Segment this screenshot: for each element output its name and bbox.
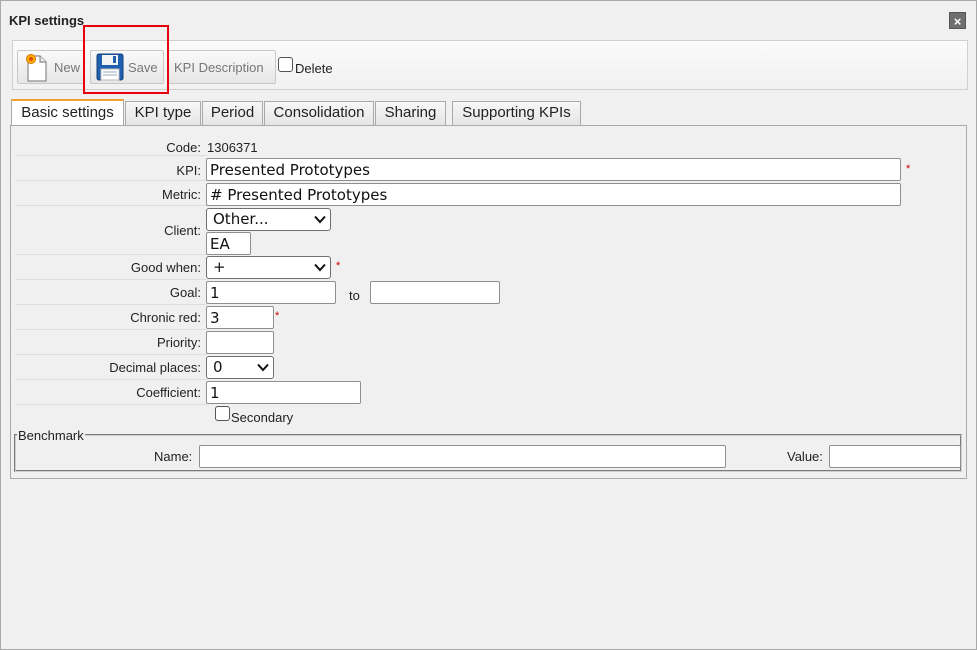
chronic-red-label: Chronic red: [130, 310, 201, 325]
client-select[interactable]: Other... [206, 208, 331, 231]
decimal-places-select[interactable]: 0 [206, 356, 274, 379]
kpi-name-input[interactable]: Presented Prototypes [206, 158, 901, 181]
chevron-down-icon [314, 215, 326, 224]
dialog-title: KPI settings [9, 13, 85, 28]
benchmark-name-input[interactable] [199, 445, 726, 468]
benchmark-value-input[interactable] [829, 445, 961, 468]
row-divider [15, 254, 207, 255]
kpi-settings-dialog: KPI settings × New Save KPI Description … [0, 0, 977, 650]
decimal-places-label: Decimal places: [109, 360, 201, 375]
good-when-select[interactable]: + [206, 256, 331, 279]
coefficient-input[interactable]: 1 [206, 381, 361, 404]
kpi-label: KPI: [176, 163, 201, 178]
client-label: Client: [164, 223, 201, 238]
row-divider [15, 379, 207, 380]
floppy-disk-save-icon [96, 53, 124, 81]
decimal-places-selected-value: 0 [213, 358, 223, 376]
new-button-label: New [54, 60, 81, 75]
tab-sharing[interactable]: Sharing [375, 101, 446, 126]
benchmark-value-label: Value: [787, 449, 823, 464]
code-label: Code: [166, 140, 201, 155]
goal-to-input[interactable] [370, 281, 500, 304]
client-selected-value: Other... [213, 210, 269, 228]
row-divider [15, 155, 207, 156]
kpi-description-label: KPI Description [174, 60, 264, 75]
tab-basic-settings[interactable]: Basic settings [11, 99, 124, 125]
tab-period[interactable]: Period [202, 101, 263, 126]
priority-input[interactable] [206, 331, 274, 354]
metric-label: Metric: [162, 187, 201, 202]
row-divider [15, 304, 207, 305]
tab-supporting-kpis[interactable]: Supporting KPIs [452, 101, 581, 126]
code-value: 1306371 [207, 140, 258, 155]
row-divider [15, 329, 207, 330]
client-text-input[interactable]: EA [206, 232, 251, 255]
good-when-required-mark: * [336, 260, 341, 272]
metric-input[interactable]: # Presented Prototypes [206, 183, 901, 206]
row-divider [15, 354, 207, 355]
new-document-icon [26, 54, 47, 82]
save-button-label: Save [128, 60, 158, 75]
close-button[interactable]: × [949, 12, 966, 29]
row-divider [15, 279, 207, 280]
chevron-down-icon [314, 263, 326, 272]
good-when-selected-value: + [213, 258, 226, 276]
kpi-description-button[interactable]: KPI Description [168, 50, 276, 84]
good-when-label: Good when: [130, 260, 201, 275]
goal-label: Goal: [169, 285, 201, 300]
priority-label: Priority: [156, 335, 201, 350]
secondary-label: Secondary [231, 410, 294, 425]
title-bar: KPI settings × [1, 1, 976, 37]
chevron-down-icon [257, 363, 269, 372]
coefficient-label: Coefficient: [136, 385, 201, 400]
secondary-checkbox[interactable] [215, 406, 230, 421]
benchmark-legend: Benchmark [17, 428, 85, 443]
row-divider [15, 205, 207, 206]
tab-consolidation[interactable]: Consolidation [264, 101, 374, 126]
delete-label: Delete [295, 61, 333, 76]
benchmark-name-label: Name: [154, 449, 193, 464]
kpi-required-mark: * [906, 163, 911, 175]
new-button[interactable]: New [17, 50, 85, 84]
goal-to-label: to [349, 288, 360, 303]
delete-checkbox[interactable] [278, 57, 293, 72]
row-divider [15, 404, 207, 405]
row-divider [15, 180, 207, 181]
goal-input[interactable]: 1 [206, 281, 336, 304]
save-button[interactable]: Save [90, 50, 164, 84]
toolbar: New Save KPI Description Delete [12, 40, 968, 90]
chronic-red-required-mark: * [275, 310, 280, 322]
chronic-red-input[interactable]: 3 [206, 306, 274, 329]
tab-kpi-type[interactable]: KPI type [125, 101, 201, 126]
